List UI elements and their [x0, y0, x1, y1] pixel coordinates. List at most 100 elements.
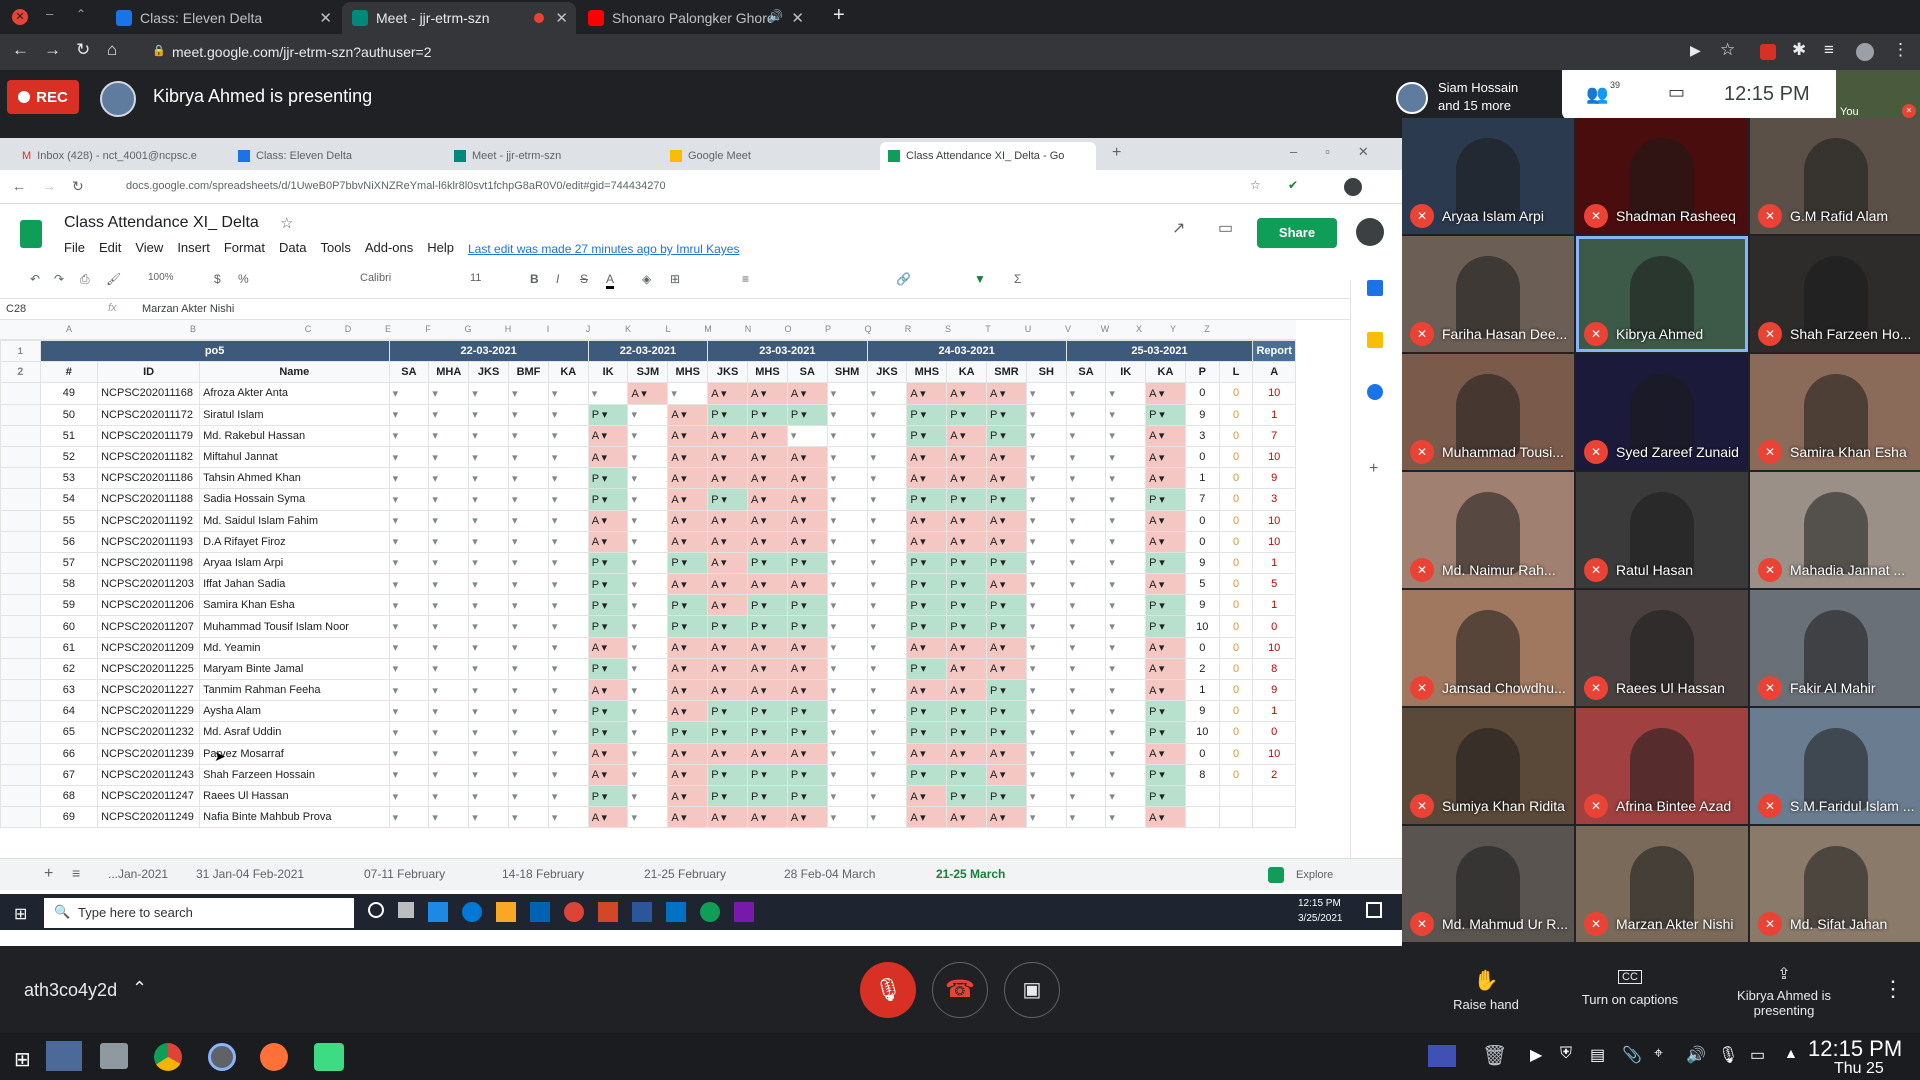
desktop-preview[interactable]	[46, 1041, 82, 1071]
close-tab-icon[interactable]: ✕	[791, 9, 804, 27]
participant-name: Shadman Rasheeq	[1616, 208, 1736, 224]
mic-toggle-button[interactable]: 🎙	[860, 962, 916, 1018]
student-id-cell: NCPSC202011243	[97, 763, 201, 786]
play-icon[interactable]: ▶	[1530, 1045, 1542, 1065]
home-icon[interactable]: ⌂	[107, 40, 117, 60]
participant-tile[interactable]: ✕ Shah Farzeen Ho...	[1750, 236, 1920, 352]
firefox-icon[interactable]	[260, 1043, 288, 1071]
start-menu-icon[interactable]: ⊞	[14, 1047, 31, 1072]
clip-icon[interactable]: 📎	[1622, 1045, 1642, 1065]
captions-button[interactable]: CC Turn on captions	[1570, 970, 1690, 1007]
attendance-cell: A ▾	[906, 467, 948, 490]
file-manager-icon[interactable]	[100, 1043, 128, 1069]
attendance-cell: P ▾	[946, 403, 988, 426]
absent-count-cell: 10	[1252, 445, 1296, 469]
browser-tab-meet[interactable]: Meet - jjr-etrm-szn ✕	[342, 2, 576, 34]
profile-avatar[interactable]	[1856, 43, 1874, 61]
participant-tile[interactable]: ✕ Mahadia Jannat ...	[1750, 472, 1920, 588]
media-control-icon[interactable]: ≡	[1824, 40, 1834, 60]
chevron-up-icon[interactable]: ⌃	[132, 978, 147, 999]
new-tab-icon[interactable]: +	[833, 4, 845, 27]
volume-icon[interactable]: 🔊	[1686, 1045, 1706, 1065]
participant-tile[interactable]: ✕ Kibrya Ahmed	[1576, 236, 1748, 352]
forward-icon[interactable]: →	[44, 40, 61, 60]
address-bar[interactable]: 🔒 meet.google.com/jjr-etrm-szn?authuser=…	[140, 38, 1690, 66]
paint-format-icon: 🖌	[106, 272, 122, 286]
attendance-cell: A ▾	[747, 636, 788, 659]
participant-tile[interactable]: ✕ Ratul Hasan	[1576, 472, 1748, 588]
camera-in-use-icon[interactable]: ▶	[1690, 42, 1701, 59]
participant-tile[interactable]: ✕ Shadman Rasheeq	[1576, 118, 1748, 234]
participant-tile[interactable]: ✕ Syed Zareef Zunaid	[1576, 354, 1748, 470]
close-tab-icon[interactable]: ✕	[555, 9, 568, 27]
chrome-icon[interactable]	[154, 1043, 182, 1071]
column-letter: Y	[1169, 324, 1176, 334]
attendance-cell: P ▾	[667, 721, 709, 744]
trash-icon[interactable]: 🗑	[1482, 1043, 1507, 1068]
extensions-puzzle-icon[interactable]: ✱	[1792, 40, 1806, 60]
browser-tab-classroom[interactable]: Class: Eleven Delta ✕	[106, 2, 340, 34]
participant-tile[interactable]: ✕ Fakir Al Mahir	[1750, 590, 1920, 706]
chat-icon[interactable]: ▭	[1668, 82, 1685, 103]
attendance-cell: P ▾	[906, 573, 948, 596]
app-launcher-icon[interactable]	[208, 1043, 236, 1071]
os-clock-time[interactable]: 12:15 PM	[1808, 1036, 1902, 1062]
participant-tile[interactable]: ✕ Marzan Akter Nishi	[1576, 826, 1748, 942]
participant-tile[interactable]: ✕ Raees Ul Hassan	[1576, 590, 1748, 706]
close-window-icon[interactable]: ✕	[12, 9, 28, 25]
leave-call-button[interactable]: ☎	[932, 962, 988, 1018]
participant-tile[interactable]: ✕ Md. Sifat Jahan	[1750, 826, 1920, 942]
camera-toggle-button[interactable]: ▣	[1004, 962, 1060, 1018]
restore-window-icon[interactable]: ⌃	[76, 7, 86, 21]
mic-icon[interactable]: 🎙	[1718, 1045, 1738, 1065]
attendance-cell: ▾	[826, 806, 868, 829]
participant-tile[interactable]: ✕ G.M Rafid Alam	[1750, 118, 1920, 234]
participant-tile[interactable]: ✕ Sumiya Khan Ridita	[1402, 708, 1574, 824]
close-tab-icon[interactable]: ✕	[319, 9, 332, 27]
participant-tile[interactable]: ✕ Md. Naimur Rah...	[1402, 472, 1574, 588]
meeting-code[interactable]: ath3co4y2d	[24, 980, 117, 1001]
browser-menu-icon[interactable]: ⋮	[1892, 40, 1909, 60]
network-icon[interactable]: ▤	[1590, 1045, 1605, 1065]
bookmark-star-icon[interactable]: ☆	[1720, 40, 1735, 60]
screen-icon[interactable]: ▭	[1750, 1045, 1765, 1065]
self-view[interactable]: You ✕	[1836, 70, 1920, 120]
attendance-cell: ▾	[468, 700, 510, 723]
absent-count-cell: 7	[1252, 424, 1296, 447]
attendance-cell: ▾	[468, 721, 510, 744]
participant-tile[interactable]: ✕ Samira Khan Esha	[1750, 354, 1920, 470]
attendance-cell: ▾	[627, 488, 669, 511]
attendance-cell: A ▾	[1145, 382, 1186, 405]
student-name-cell: Samira Khan Esha	[199, 594, 390, 617]
table-row: 54 NCPSC202011188 Sadia Hossain Syma ▾ ▾ ▾…	[0, 488, 1296, 511]
participant-tile[interactable]: ✕ Fariha Hasan Dee...	[1402, 236, 1574, 352]
participant-tile[interactable]: ✕ S.M.Faridul Islam ...	[1750, 708, 1920, 824]
people-icon[interactable]: 👥	[1586, 84, 1608, 105]
os-clock-date[interactable]: Thu 25	[1834, 1060, 1884, 1078]
reload-icon[interactable]: ↻	[76, 40, 90, 60]
browser-tab-youtube[interactable]: Shonaro Palongker Ghore 🔊 ✕	[578, 2, 812, 34]
tray-chevron-icon[interactable]: ▲	[1784, 1045, 1798, 1061]
android-icon[interactable]	[314, 1043, 344, 1071]
present-now-button[interactable]: ⇪ Kibrya Ahmed is presenting	[1732, 964, 1836, 1018]
participant-tile[interactable]: ✕ Muhammad Tousi...	[1402, 354, 1574, 470]
extension-ublock-icon[interactable]	[1760, 44, 1776, 60]
location-icon[interactable]: ⌖	[1654, 1045, 1663, 1063]
attendance-cell: ▾	[1065, 551, 1107, 575]
participant-tile[interactable]: ✕ Aryaa Islam Arpi	[1402, 118, 1574, 234]
participant-tile[interactable]: ✕ Md. Mahmud Ur R...	[1402, 826, 1574, 942]
audio-playing-icon[interactable]: 🔊	[768, 9, 783, 23]
attendance-cell: ▾	[547, 551, 589, 575]
serial-cell: 57	[39, 551, 99, 575]
more-options-icon[interactable]: ⋮	[1882, 976, 1904, 1002]
minimize-window-icon[interactable]: –	[46, 6, 53, 21]
participant-tile[interactable]: ✕ Jamsad Chowdhu...	[1402, 590, 1574, 706]
attendance-cell: ▾	[508, 530, 549, 553]
participant-tile[interactable]: ✕ Afrina Bintee Azad	[1576, 708, 1748, 824]
shield-icon[interactable]: ⛨	[1560, 1045, 1572, 1063]
attendance-cell: P ▾	[1145, 721, 1186, 744]
participants-summary[interactable]: Siam Hossain and 15 more	[1392, 72, 1562, 120]
raise-hand-button[interactable]: ✋ Raise hand	[1436, 968, 1536, 1012]
back-icon[interactable]: ←	[12, 40, 29, 60]
window-thumb-icon[interactable]	[1428, 1045, 1456, 1067]
